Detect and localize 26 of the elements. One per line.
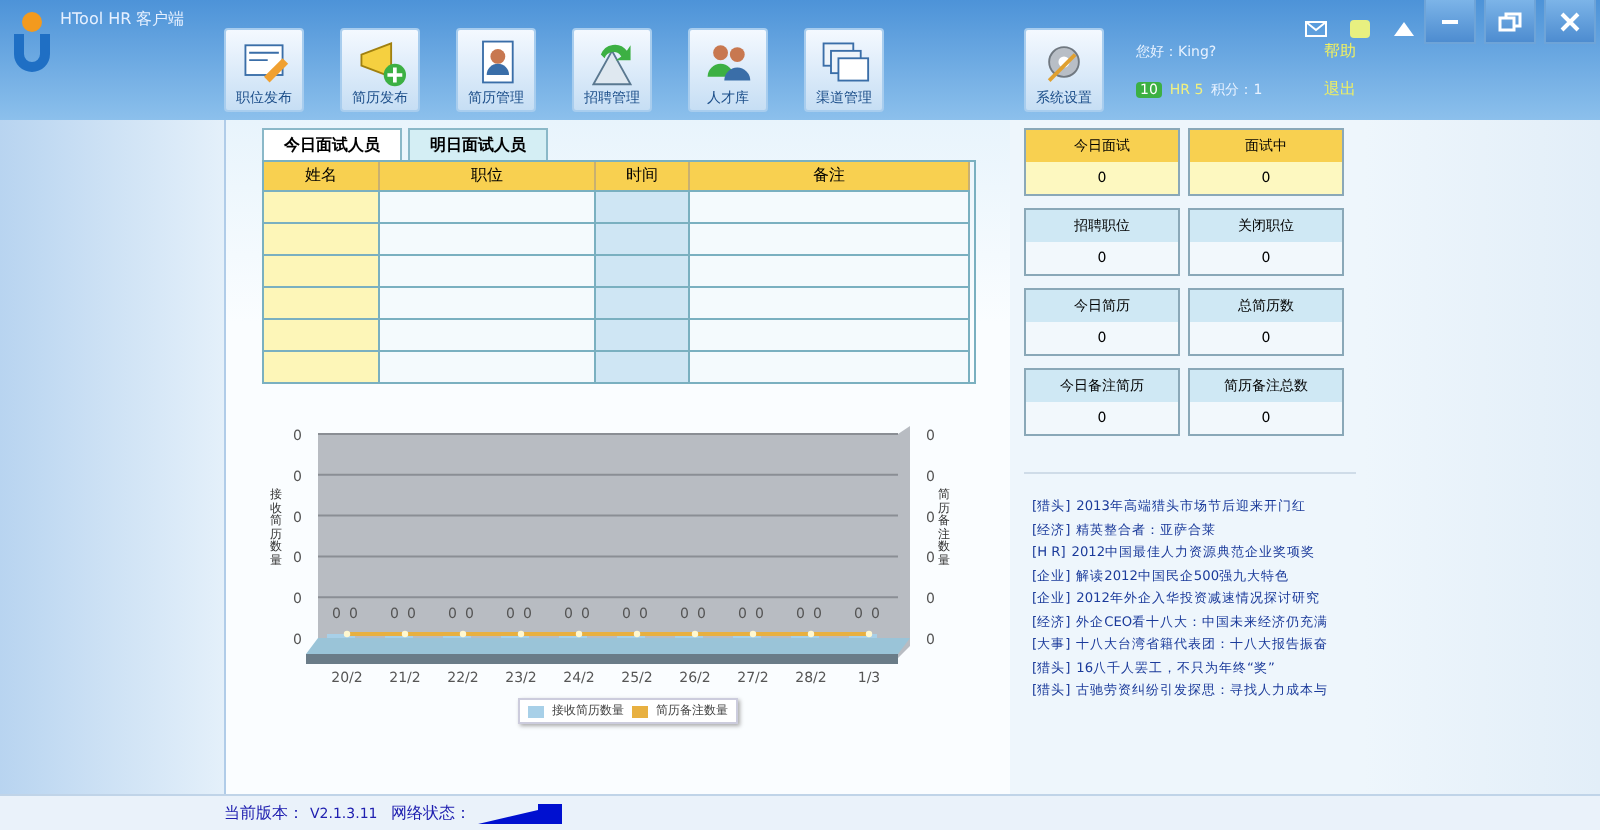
line-point — [865, 630, 873, 638]
tab[interactable]: 今日面试人员 — [262, 128, 402, 160]
column-header: 备注 — [690, 162, 970, 190]
window-title: HTool HR 客户端 — [60, 8, 185, 30]
table-cell — [596, 318, 690, 350]
line-point — [343, 630, 351, 638]
mail-icon[interactable] — [1304, 18, 1328, 40]
minimize-icon — [1442, 19, 1458, 23]
column-header: 时间 — [596, 162, 690, 190]
minimize-button[interactable] — [1424, 0, 1476, 44]
column-header: 姓名 — [264, 162, 380, 190]
close-icon — [1560, 11, 1580, 31]
restore-button[interactable] — [1484, 0, 1536, 44]
version-label: 当前版本： — [224, 802, 304, 824]
tab[interactable]: 明日面试人员 — [408, 128, 548, 160]
close-button[interactable] — [1544, 0, 1596, 44]
logo-icon — [8, 6, 56, 74]
column-header: 职位 — [380, 162, 596, 190]
network-label: 网络状态： — [391, 802, 472, 824]
table-cell — [596, 190, 690, 222]
restore-icon — [1498, 11, 1522, 31]
triangle-icon[interactable] — [1392, 18, 1416, 40]
table-cell — [596, 254, 690, 286]
table-cell — [596, 222, 690, 254]
table-cell — [596, 286, 690, 318]
signal-icon — [477, 803, 562, 823]
